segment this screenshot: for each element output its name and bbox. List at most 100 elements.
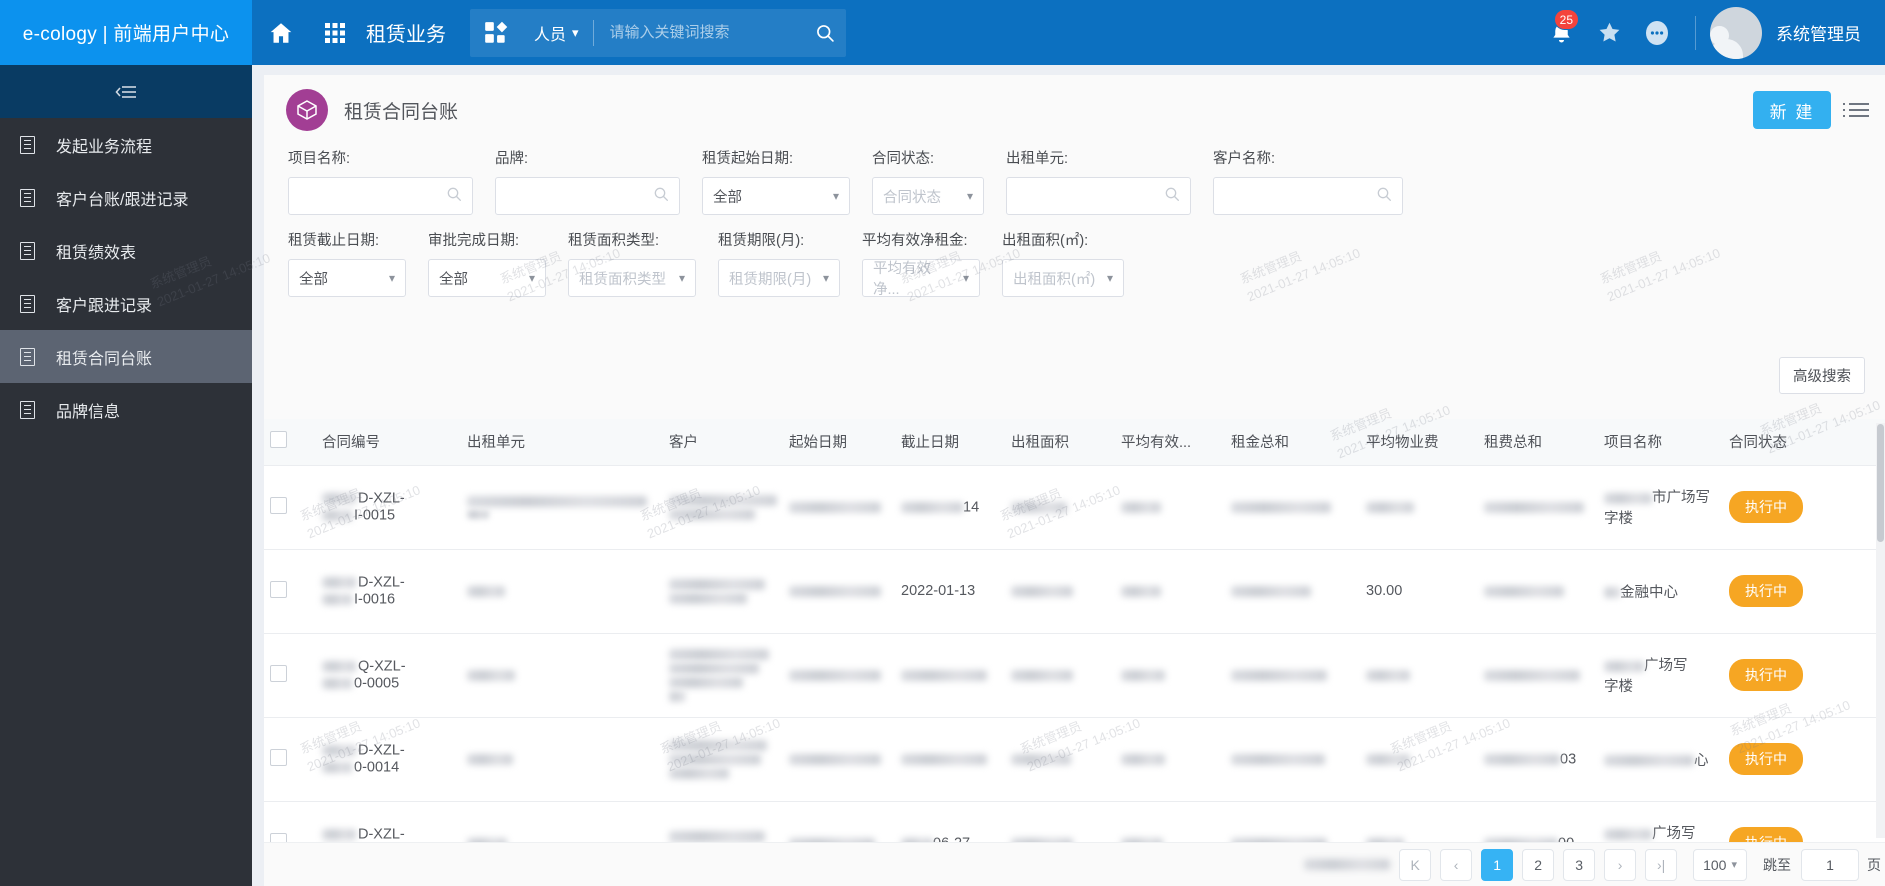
page-button-2[interactable]: 2 [1522,848,1555,881]
avg-net-rent-select[interactable]: 平均有效净... ▾ [862,259,980,298]
sidebar-item-lease-performance[interactable]: 租赁绩效表 [0,224,252,277]
sidebar-item-customer-followup[interactable]: 客户跟进记录 [0,277,252,330]
lease-start-date-select[interactable]: 全部 ▾ [702,177,850,215]
table-scrollbar[interactable] [1876,423,1885,838]
next-page-button[interactable]: › [1604,848,1637,881]
table-row[interactable]: Q-XZL- 0-0005 广场写 字楼 执行中 [264,633,1885,718]
search-input[interactable] [593,24,804,41]
table-row[interactable]: D-XZL- I-0015 14 市广场写 字楼 执行中 [264,465,1885,550]
row-checkbox[interactable] [270,748,287,766]
filter-label: 出租单元: [1006,151,1069,167]
lease-area-type-select[interactable]: 租赁面积类型 ▾ [568,259,696,297]
cell-rental-unit [461,717,663,802]
cell-rental-area [1005,717,1115,802]
star-icon[interactable] [1585,0,1633,65]
header-rental-unit[interactable]: 出租单元 [461,419,663,466]
header-end-date[interactable]: 截止日期 [895,419,1005,466]
table-row[interactable]: D-XZL- 0-0005 06-27 00 广场写 [264,801,1885,842]
row-checkbox-cell[interactable] [264,633,316,718]
header-contract-status[interactable]: 合同状态 [1723,419,1885,466]
cell-avg-property-fee [1360,633,1478,718]
list-view-icon[interactable] [1843,103,1869,117]
table-row[interactable]: D-XZL- I-0016 2022-01-13 30.00 金融中心 执行中 [264,549,1885,634]
cell-contract-no: D-XZL- I-0016 [316,549,461,634]
first-page-button[interactable]: K [1399,848,1432,881]
header-customer[interactable]: 客户 [663,419,783,466]
apps-grid-icon[interactable] [310,0,360,65]
cell-start-date [783,717,895,802]
header-project-name[interactable]: 项目名称 [1598,419,1723,466]
cell-avg-effective [1115,549,1225,634]
module-title[interactable]: 租赁业务 [360,18,460,47]
brand-input-wrap[interactable] [495,177,680,215]
header-rental-area[interactable]: 出租面积 [1005,419,1115,466]
home-icon[interactable] [252,0,310,65]
lease-end-date-select[interactable]: 全部 ▾ [288,259,406,297]
customer-name-input[interactable] [1224,188,1376,204]
row-checkbox[interactable] [270,496,287,514]
table-row[interactable]: D-XZL- 0-0014 03 心 执行中 [264,717,1885,802]
person-selector[interactable]: 人员 ▾ [470,8,846,57]
row-checkbox[interactable] [270,664,287,682]
cell-rental-unit [461,465,663,550]
cell-contract-status: 执行中 [1723,801,1885,842]
advanced-search-button[interactable]: 高级搜索 [1779,357,1865,394]
avatar[interactable] [1710,6,1762,59]
sidebar-item-customer-ledger[interactable]: 客户台账/跟进记录 [0,171,252,224]
header-start-date[interactable]: 起始日期 [783,419,895,466]
search-icon [446,186,462,207]
header-avg-effective[interactable]: 平均有效... [1115,419,1225,466]
rental-unit-input[interactable] [1017,188,1164,204]
header-select-all[interactable] [264,419,316,466]
page-size-select[interactable]: 100 ▾ [1693,848,1747,881]
home-icon-svg [270,22,292,43]
lease-term-select[interactable]: 租赁期限(月) ▾ [718,259,840,297]
search-icon[interactable] [804,23,846,43]
scrollbar-thumb[interactable] [1877,424,1884,542]
select-all-checkbox[interactable] [270,431,287,449]
brand-logo[interactable]: e-cology | 前端用户中心 [0,0,252,65]
customer-name-input-wrap[interactable] [1213,177,1403,215]
filter-row-2: 租赁截止日期: 全部 ▾ 审批完成日期: 全部 ▾ 租赁面积类型: 租赁面积类型… [288,229,1861,298]
prev-page-button[interactable]: ‹ [1440,848,1473,881]
user-name[interactable]: 系统管理员 [1776,20,1861,45]
row-checkbox-cell[interactable] [264,549,316,634]
page-button-1[interactable]: 1 [1481,848,1514,881]
header-avg-property-fee[interactable]: 平均物业费 [1360,419,1478,466]
header-contract-no[interactable]: 合同编号 [316,419,461,466]
sidebar-item-initiate-process[interactable]: 发起业务流程 [0,118,252,171]
filter-row-1: 项目名称: 品牌: 租赁起始日期: 全部 ▾ 合同状态: 合同状态 ▾ 出租单元… [288,147,1861,215]
row-checkbox-cell[interactable] [264,717,316,802]
approval-date-select[interactable]: 全部 ▾ [428,259,546,297]
project-name-input-wrap[interactable] [288,177,473,215]
sidebar-collapse-icon[interactable] [0,65,252,118]
chevron-down-icon: ▾ [832,189,839,203]
bell-icon[interactable]: 25 [1537,0,1585,65]
brand-input[interactable] [506,188,653,204]
sidebar-item-lease-contract-ledger[interactable]: 租赁合同台账 [0,330,252,383]
cell-rental-unit [461,801,663,842]
row-checkbox[interactable] [270,832,287,842]
top-header-bar: e-cology | 前端用户中心 租赁业务 人员 ▾ 请输入关键词搜索 25 … [0,0,1885,65]
chevron-down-icon: ▾ [962,271,969,285]
row-checkbox[interactable] [270,580,287,598]
row-checkbox-cell[interactable] [264,465,316,550]
chevron-down-icon: ▾ [822,271,829,285]
row-checkbox-cell[interactable] [264,801,316,842]
page-button-3[interactable]: 3 [1563,848,1596,881]
jump-page-input[interactable] [1801,848,1859,881]
last-page-button[interactable]: ›| [1645,848,1678,881]
cell-start-date [783,633,895,718]
rental-area-select[interactable]: 出租面积(㎡) ▾ [1002,259,1124,297]
new-button[interactable]: 新 建 [1753,91,1831,129]
header-fee-total[interactable]: 租费总和 [1478,419,1598,466]
header-rent-total[interactable]: 租金总和 [1225,419,1360,466]
pagination: K ‹ 1 2 3 › ›| 100 ▾ 跳至 页 [264,842,1885,886]
filter-label: 租赁面积类型: [568,233,660,249]
cell-project-name: 金融中心 [1598,549,1723,634]
project-name-input[interactable] [299,188,446,204]
rental-unit-input-wrap[interactable] [1006,177,1191,215]
sidebar-item-brand-info[interactable]: 品牌信息 [0,383,252,436]
contract-status-select[interactable]: 合同状态 ▾ [872,177,984,215]
more-icon[interactable] [1633,0,1681,65]
